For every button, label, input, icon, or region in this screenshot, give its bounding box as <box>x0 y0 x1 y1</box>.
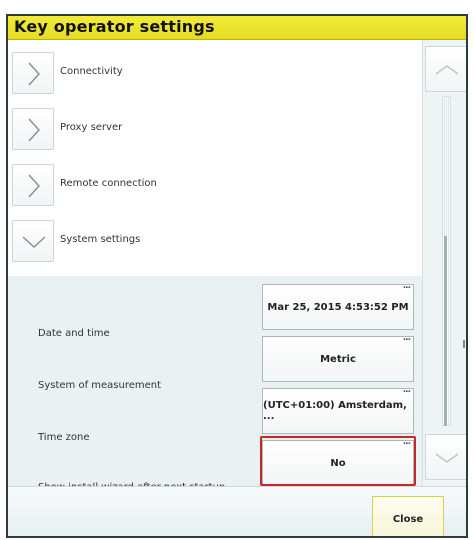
vertical-scrollbar[interactable] <box>422 40 466 486</box>
nav-item-label: System settings <box>60 234 141 245</box>
install-wizard-button[interactable]: ... No <box>262 437 414 486</box>
scroll-up-button[interactable] <box>425 46 466 92</box>
nav-item-connectivity[interactable]: Connectivity <box>8 46 422 102</box>
key-operator-settings-dialog: Key operator settings Connectivity Proxy… <box>6 14 468 538</box>
more-options-icon: ... <box>402 437 411 447</box>
nav-item-label: Connectivity <box>60 66 123 77</box>
expand-remote-connection-button[interactable] <box>12 164 54 206</box>
expand-proxy-server-button[interactable] <box>12 108 54 150</box>
chevron-down-icon <box>22 236 46 248</box>
nav-item-remote-connection[interactable]: Remote connection <box>8 158 422 214</box>
more-options-icon: ... <box>402 281 411 291</box>
date-and-time-button[interactable]: ... Mar 25, 2015 4:53:52 PM <box>262 281 414 330</box>
settings-list: Connectivity Proxy server Remote connect… <box>8 40 422 493</box>
more-options-icon: ... <box>402 385 411 395</box>
install-wizard-value: No <box>330 457 346 469</box>
date-and-time-value: Mar 25, 2015 4:53:52 PM <box>267 301 409 313</box>
chevron-down-icon <box>435 453 459 463</box>
more-options-icon: ... <box>402 333 411 343</box>
title-bar: Key operator settings <box>8 16 466 40</box>
close-button[interactable]: Close <box>372 496 444 536</box>
nav-item-proxy-server[interactable]: Proxy server <box>8 102 422 158</box>
system-of-measurement-button[interactable]: ... Metric <box>262 333 414 382</box>
setting-label-date-and-time: Date and time <box>38 328 110 339</box>
chevron-right-icon <box>28 62 40 86</box>
collapse-system-settings-button[interactable] <box>12 220 54 262</box>
time-zone-button[interactable]: ... (UTC+01:00) Amsterdam, ... <box>262 385 414 434</box>
chevron-right-icon <box>28 118 40 142</box>
scroll-down-button[interactable] <box>425 434 466 480</box>
setting-label-system-of-measurement: System of measurement <box>38 380 162 391</box>
time-zone-value: (UTC+01:00) Amsterdam, ... <box>263 400 407 422</box>
nav-item-system-settings[interactable]: System settings <box>8 214 422 270</box>
expand-connectivity-button[interactable] <box>12 52 54 94</box>
chevron-right-icon <box>28 174 40 198</box>
chevron-up-icon <box>435 65 459 75</box>
dialog-title: Key operator settings <box>14 17 215 36</box>
scroll-grip-icon <box>463 340 465 348</box>
nav-item-label: Proxy server <box>60 122 123 133</box>
scroll-thumb[interactable] <box>444 236 447 426</box>
nav-item-label: Remote connection <box>60 178 157 189</box>
system-of-measurement-value: Metric <box>320 353 356 365</box>
setting-label-time-zone: Time zone <box>38 432 90 443</box>
